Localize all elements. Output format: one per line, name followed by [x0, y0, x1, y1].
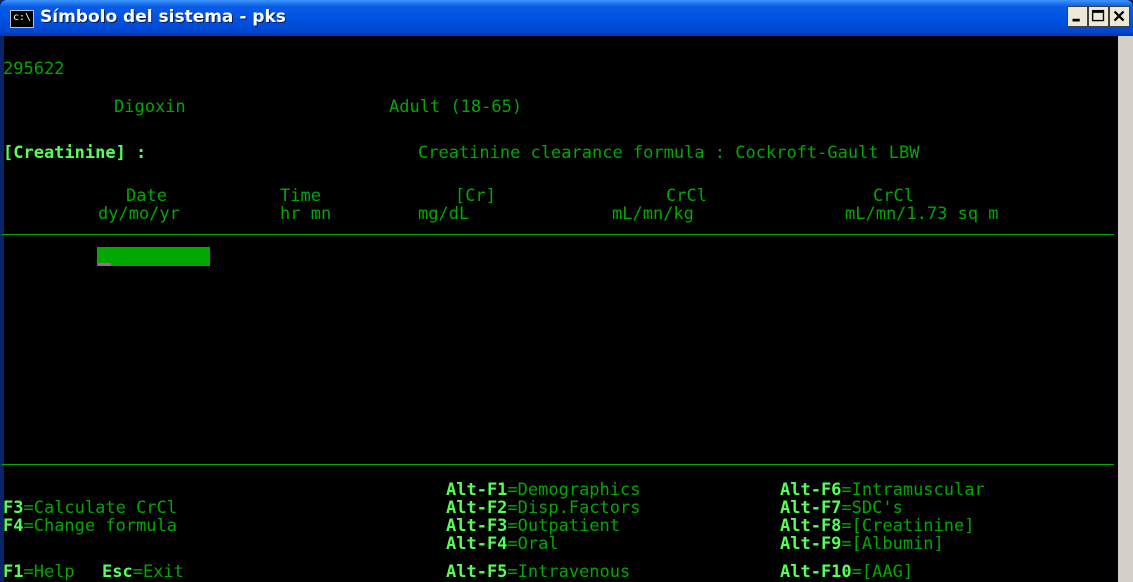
column-unit-date: dy/mo/yr: [98, 204, 180, 224]
shortcut-label: =[Albumin]: [841, 534, 944, 554]
shortcut-calculate-crcl[interactable]: F3=Calculate CrCl: [3, 499, 177, 517]
shortcut-label: =Calculate CrCl: [23, 498, 178, 518]
shortcut-label: =Oral: [507, 534, 559, 554]
shortcut-outpatient[interactable]: Alt-F3=Outpatient: [446, 517, 620, 535]
shortcut-demographics[interactable]: Alt-F1=Demographics: [446, 481, 640, 499]
drug-name: Digoxin: [114, 97, 186, 117]
shortcut-key: Alt-F8: [780, 516, 842, 536]
maximize-button[interactable]: [1088, 6, 1109, 27]
record-id: 295622: [3, 59, 65, 79]
shortcut-aag[interactable]: Alt-F10=[AAG]: [780, 563, 913, 581]
close-icon: [1113, 10, 1125, 22]
shortcut-change-formula[interactable]: F4=Change formula: [3, 517, 177, 535]
shortcut-oral[interactable]: Alt-F4=Oral: [446, 535, 559, 553]
shortcut-label: =SDC's: [841, 498, 903, 518]
text-cursor: [98, 263, 111, 266]
shortcut-label: =Change formula: [23, 516, 178, 536]
shortcut-label: =[AAG]: [851, 562, 914, 582]
shortcut-label: =Disp.Factors: [507, 498, 641, 518]
column-header-crcl-kg: CrCl: [666, 186, 707, 206]
console-icon-text: c:\: [13, 12, 32, 23]
column-unit-crcl-bsa: mL/mn/1.73 sq m: [845, 204, 999, 224]
close-button[interactable]: [1109, 6, 1130, 27]
scrollbar[interactable]: [1118, 36, 1133, 582]
formula-info: Creatinine clearance formula : Cockroft-…: [418, 143, 920, 163]
column-unit-time: hr mn: [280, 204, 332, 224]
shortcut-key: Alt-F5: [446, 562, 508, 582]
section-label: [Creatinine] :: [3, 143, 147, 163]
shortcut-creatinine[interactable]: Alt-F8=[Creatinine]: [780, 517, 974, 535]
shortcut-intravenous[interactable]: Alt-F5=Intravenous: [446, 563, 630, 581]
age-group: Adult (18-65): [389, 97, 523, 117]
column-header-cr: [Cr]: [455, 186, 496, 206]
column-header-crcl-bsa: CrCl: [873, 186, 914, 206]
shortcut-key: Alt-F7: [780, 498, 842, 518]
maximize-icon: [1091, 9, 1105, 22]
shortcut-key: F1: [3, 562, 24, 582]
shortcut-key: Alt-F2: [446, 498, 508, 518]
shortcut-label: =Intramuscular: [841, 480, 985, 500]
title-bar[interactable]: c:\ Símbolo del sistema - pks: [0, 0, 1133, 36]
shortcut-key: F3: [3, 498, 24, 518]
shortcut-label: =Help: [23, 562, 75, 582]
shortcut-albumin[interactable]: Alt-F9=[Albumin]: [780, 535, 944, 553]
shortcut-label: =Intravenous: [507, 562, 631, 582]
shortcut-label: =Exit: [132, 562, 184, 582]
divider-bottom: [2, 464, 1114, 465]
column-unit-crcl-kg: mL/mn/kg: [612, 204, 694, 224]
shortcut-key: Alt-F1: [446, 480, 508, 500]
column-header-date: Date: [126, 186, 167, 206]
shortcut-key: Alt-F4: [446, 534, 508, 554]
minimize-button[interactable]: [1067, 6, 1088, 27]
shortcut-key: Alt-F9: [780, 534, 842, 554]
minimize-icon: [1072, 18, 1080, 22]
window-title: Símbolo del sistema - pks: [40, 7, 286, 27]
shortcut-label: =Demographics: [507, 480, 641, 500]
shortcut-key: Esc: [102, 562, 133, 582]
shortcut-key: Alt-F3: [446, 516, 508, 536]
divider-top: [2, 234, 1114, 235]
shortcut-sdcs[interactable]: Alt-F7=SDC's: [780, 499, 903, 517]
column-header-time: Time: [280, 186, 321, 206]
shortcut-label: =[Creatinine]: [841, 516, 975, 536]
shortcut-help[interactable]: F1=Help: [3, 563, 75, 581]
column-unit-cr: mg/dL: [418, 204, 470, 224]
date-input-field[interactable]: [97, 247, 210, 266]
shortcut-key: Alt-F6: [780, 480, 842, 500]
shortcut-label: =Outpatient: [507, 516, 621, 536]
shortcut-exit[interactable]: Esc=Exit: [102, 563, 184, 581]
console-window: c:\ Símbolo del sistema - pks 295622 Dig…: [0, 0, 1133, 582]
shortcut-disp-factors[interactable]: Alt-F2=Disp.Factors: [446, 499, 640, 517]
shortcut-key: F4: [3, 516, 24, 536]
shortcut-intramuscular[interactable]: Alt-F6=Intramuscular: [780, 481, 985, 499]
console-icon[interactable]: c:\: [10, 10, 34, 28]
shortcut-key: Alt-F10: [780, 562, 852, 582]
